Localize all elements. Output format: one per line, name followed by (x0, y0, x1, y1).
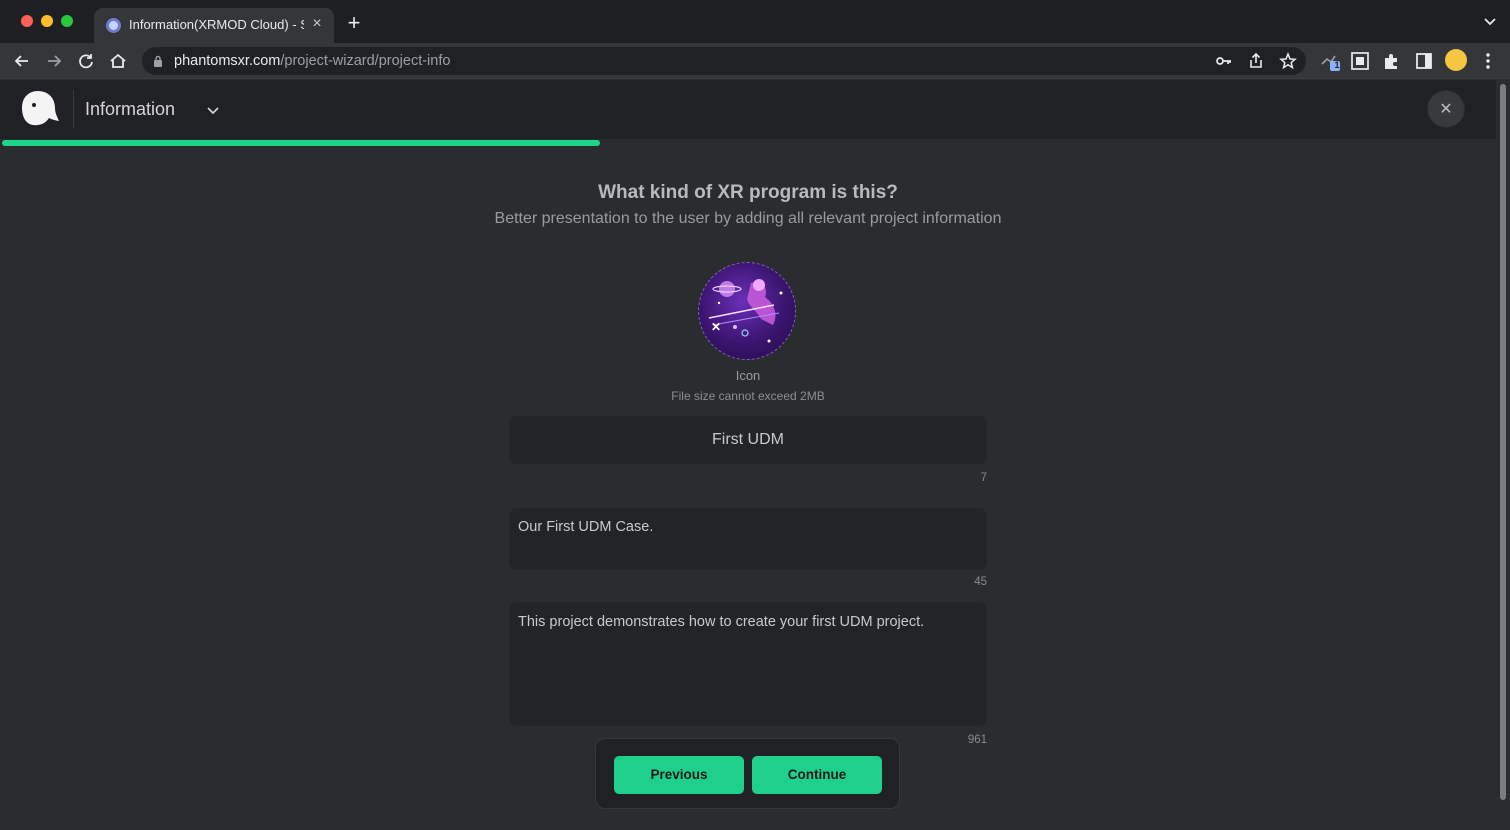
icon-size-hint: File size cannot exceed 2MB (671, 389, 825, 403)
close-wizard-button[interactable]: ✕ (1427, 90, 1465, 128)
browser-menu-icon[interactable] (1477, 50, 1499, 72)
profile-avatar[interactable] (1445, 49, 1467, 71)
progress-bar (0, 139, 1496, 147)
url-text[interactable]: phantomsxr.com/project-wizard/project-in… (174, 53, 450, 69)
extensions-puzzle-icon[interactable] (1381, 50, 1403, 72)
side-panel-icon[interactable] (1413, 50, 1435, 72)
header-divider (73, 90, 74, 128)
url-path: /project-wizard/project-info (280, 53, 451, 69)
project-name-input[interactable]: First UDM (509, 416, 987, 464)
project-icon-upload[interactable]: ✕ (698, 262, 796, 360)
back-icon[interactable] (11, 50, 33, 72)
key-icon[interactable] (1215, 52, 1233, 70)
project-description-textarea[interactable]: This project demonstrates how to create … (509, 602, 987, 726)
continue-button[interactable]: Continue (752, 756, 882, 794)
browser-toolbar: phantomsxr.com/project-wizard/project-in… (0, 43, 1510, 79)
url-host: phantomsxr.com (174, 53, 281, 69)
question-subheading: Better presentation to the user by addin… (494, 210, 1002, 227)
summary-char-counter: 45 (974, 576, 987, 588)
browser-tab[interactable]: Information(XRMOD Cloud) - S × (94, 8, 334, 43)
project-icon-image (708, 279, 783, 343)
browser-window: Information(XRMOD Cloud) - S × + phantom… (0, 0, 1510, 830)
tab-search-icon[interactable] (1484, 16, 1496, 28)
previous-button[interactable]: Previous (614, 756, 744, 794)
scrollbar[interactable] (1496, 80, 1510, 830)
question-heading: What kind of XR program is this? (598, 182, 898, 203)
capture-icon[interactable] (1349, 50, 1371, 72)
maximize-window-button[interactable] (61, 15, 73, 27)
forward-icon[interactable] (43, 50, 65, 72)
tab-title: Information(XRMOD Cloud) - S (129, 17, 304, 32)
ghost-logo-icon[interactable] (18, 88, 60, 128)
description-char-counter: 961 (967, 734, 987, 746)
app-header: Information ✕ (0, 80, 1496, 140)
page-title[interactable]: Information (85, 99, 175, 120)
new-tab-button[interactable]: + (345, 12, 363, 34)
scrollbar-thumb[interactable] (1500, 84, 1506, 800)
chevron-down-icon[interactable] (205, 102, 221, 118)
share-icon[interactable] (1247, 52, 1265, 70)
progress-fill (2, 140, 600, 146)
icon-label: Icon (735, 368, 761, 383)
home-icon[interactable] (107, 50, 129, 72)
extension-badge-count: 1 (1334, 60, 1340, 70)
wizard-actions: Previous Continue (595, 738, 900, 809)
tab-close-icon[interactable]: × (309, 16, 325, 32)
close-window-button[interactable] (21, 15, 33, 27)
close-icon: ✕ (1439, 101, 1453, 118)
address-bar[interactable]: phantomsxr.com/project-wizard/project-in… (142, 47, 1306, 75)
favicon-icon (106, 18, 121, 33)
tab-strip: Information(XRMOD Cloud) - S × + (0, 0, 1510, 43)
lock-icon[interactable] (153, 55, 163, 67)
reload-icon[interactable] (75, 50, 97, 72)
bookmark-star-icon[interactable] (1279, 52, 1297, 70)
remove-icon-button[interactable]: ✕ (711, 321, 723, 333)
name-char-counter: 7 (980, 472, 987, 484)
project-summary-input[interactable]: Our First UDM Case. (509, 508, 987, 570)
minimize-window-button[interactable] (41, 15, 53, 27)
